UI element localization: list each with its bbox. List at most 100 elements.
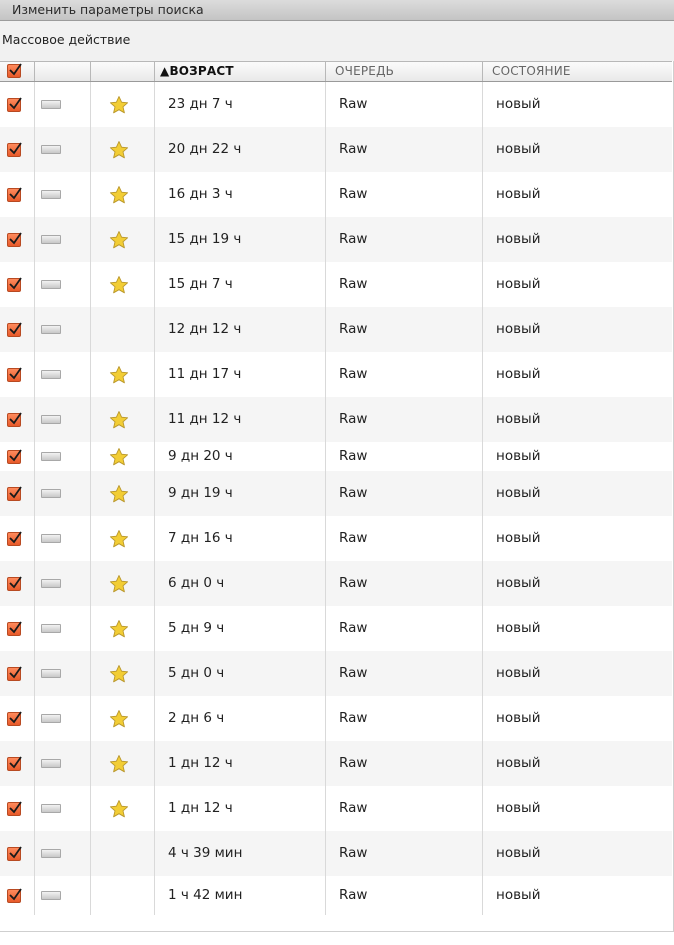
queue-value[interactable]: Raw — [339, 845, 367, 861]
row-checkbox[interactable] — [7, 367, 22, 382]
table-row[interactable]: 6 дн 0 ч Raw новый — [0, 561, 672, 606]
flag-icon[interactable] — [41, 325, 61, 334]
row-checkbox[interactable] — [7, 412, 22, 427]
queue-value[interactable]: Raw — [339, 800, 367, 816]
queue-value[interactable]: Raw — [339, 321, 367, 337]
queue-value[interactable]: Raw — [339, 575, 367, 591]
star-icon[interactable] — [109, 529, 129, 549]
queue-value[interactable]: Raw — [339, 530, 367, 546]
star-icon[interactable] — [109, 410, 129, 430]
table-row[interactable]: 7 дн 16 ч Raw новый — [0, 516, 672, 561]
queue-value[interactable]: Raw — [339, 485, 367, 501]
row-checkbox[interactable] — [7, 187, 22, 202]
age-cell: 15 дн 19 ч — [154, 217, 325, 262]
queue-value[interactable]: Raw — [339, 887, 367, 903]
flag-icon[interactable] — [41, 624, 61, 633]
star-icon[interactable] — [109, 230, 129, 250]
row-checkbox[interactable] — [7, 232, 22, 247]
queue-value[interactable]: Raw — [339, 231, 367, 247]
row-checkbox[interactable] — [7, 846, 22, 861]
bulk-action-link[interactable]: Массовое действие — [2, 32, 130, 47]
edit-search-link[interactable]: Изменить параметры поиска — [12, 2, 204, 17]
header-queue[interactable]: ОЧЕРЕДЬ — [325, 62, 482, 81]
flag-icon[interactable] — [41, 415, 61, 424]
table-row[interactable]: 11 дн 12 ч Raw новый — [0, 397, 672, 442]
row-checkbox[interactable] — [7, 666, 22, 681]
flag-icon[interactable] — [41, 804, 61, 813]
queue-value[interactable]: Raw — [339, 620, 367, 636]
star-icon[interactable] — [109, 619, 129, 639]
table-row[interactable]: 20 дн 22 ч Raw новый — [0, 127, 672, 172]
table-row[interactable]: 15 дн 19 ч Raw новый — [0, 217, 672, 262]
star-icon[interactable] — [109, 484, 129, 504]
queue-value[interactable]: Raw — [339, 665, 367, 681]
star-icon[interactable] — [109, 664, 129, 684]
table-row[interactable]: 12 дн 12 ч Raw новый — [0, 307, 672, 352]
star-icon[interactable] — [109, 574, 129, 594]
table-row[interactable]: 1 ч 42 мин Raw новый — [0, 876, 672, 915]
queue-value[interactable]: Raw — [339, 96, 367, 112]
queue-value[interactable]: Raw — [339, 141, 367, 157]
flag-icon[interactable] — [41, 145, 61, 154]
flag-icon[interactable] — [41, 714, 61, 723]
row-checkbox[interactable] — [7, 486, 22, 501]
queue-value[interactable]: Raw — [339, 710, 367, 726]
flag-icon[interactable] — [41, 669, 61, 678]
flag-icon[interactable] — [41, 190, 61, 199]
star-icon[interactable] — [109, 709, 129, 729]
flag-icon[interactable] — [41, 849, 61, 858]
header-age[interactable]: ▲ВОЗРАСТ — [154, 62, 325, 81]
table-row[interactable]: 5 дн 0 ч Raw новый — [0, 651, 672, 696]
queue-value[interactable]: Raw — [339, 276, 367, 292]
header-state[interactable]: СОСТОЯНИЕ — [482, 62, 672, 81]
row-checkbox[interactable] — [7, 711, 22, 726]
star-icon[interactable] — [109, 140, 129, 160]
flag-icon[interactable] — [41, 759, 61, 768]
row-checkbox[interactable] — [7, 756, 22, 771]
star-icon[interactable] — [109, 275, 129, 295]
queue-value[interactable]: Raw — [339, 411, 367, 427]
flag-icon[interactable] — [41, 579, 61, 588]
star-icon[interactable] — [109, 365, 129, 385]
queue-value[interactable]: Raw — [339, 366, 367, 382]
flag-icon[interactable] — [41, 452, 61, 461]
row-checkbox[interactable] — [7, 449, 22, 464]
flag-icon[interactable] — [41, 891, 61, 900]
star-icon[interactable] — [109, 95, 129, 115]
row-checkbox[interactable] — [7, 142, 22, 157]
star-icon[interactable] — [109, 185, 129, 205]
table-row[interactable]: 1 дн 12 ч Raw новый — [0, 786, 672, 831]
table-row[interactable]: 9 дн 20 ч Raw новый — [0, 442, 672, 471]
flag-icon[interactable] — [41, 280, 61, 289]
star-icon[interactable] — [109, 447, 129, 467]
table-row[interactable]: 1 дн 12 ч Raw новый — [0, 741, 672, 786]
star-icon[interactable] — [109, 799, 129, 819]
row-checkbox[interactable] — [7, 801, 22, 816]
flag-icon[interactable] — [41, 370, 61, 379]
row-checkbox[interactable] — [7, 576, 22, 591]
table-row[interactable]: 11 дн 17 ч Raw новый — [0, 352, 672, 397]
row-checkbox[interactable] — [7, 277, 22, 292]
queue-value[interactable]: Raw — [339, 448, 367, 464]
table-row[interactable]: 2 дн 6 ч Raw новый — [0, 696, 672, 741]
table-row[interactable]: 23 дн 7 ч Raw новый — [0, 82, 672, 127]
row-checkbox[interactable] — [7, 621, 22, 636]
flag-icon[interactable] — [41, 235, 61, 244]
queue-value[interactable]: Raw — [339, 186, 367, 202]
flag-icon[interactable] — [41, 100, 61, 109]
star-icon[interactable] — [109, 754, 129, 774]
flag-icon[interactable] — [41, 534, 61, 543]
select-all-checkbox[interactable] — [7, 63, 22, 78]
table-row[interactable]: 4 ч 39 мин Raw новый — [0, 831, 672, 876]
row-checkbox[interactable] — [7, 322, 22, 337]
flag-icon[interactable] — [41, 489, 61, 498]
table-row[interactable]: 15 дн 7 ч Raw новый — [0, 262, 672, 307]
age-cell: 5 дн 0 ч — [154, 651, 325, 696]
row-checkbox[interactable] — [7, 97, 22, 112]
row-checkbox[interactable] — [7, 888, 22, 903]
queue-value[interactable]: Raw — [339, 755, 367, 771]
row-checkbox[interactable] — [7, 531, 22, 546]
table-row[interactable]: 16 дн 3 ч Raw новый — [0, 172, 672, 217]
table-row[interactable]: 5 дн 9 ч Raw новый — [0, 606, 672, 651]
table-row[interactable]: 9 дн 19 ч Raw новый — [0, 471, 672, 516]
